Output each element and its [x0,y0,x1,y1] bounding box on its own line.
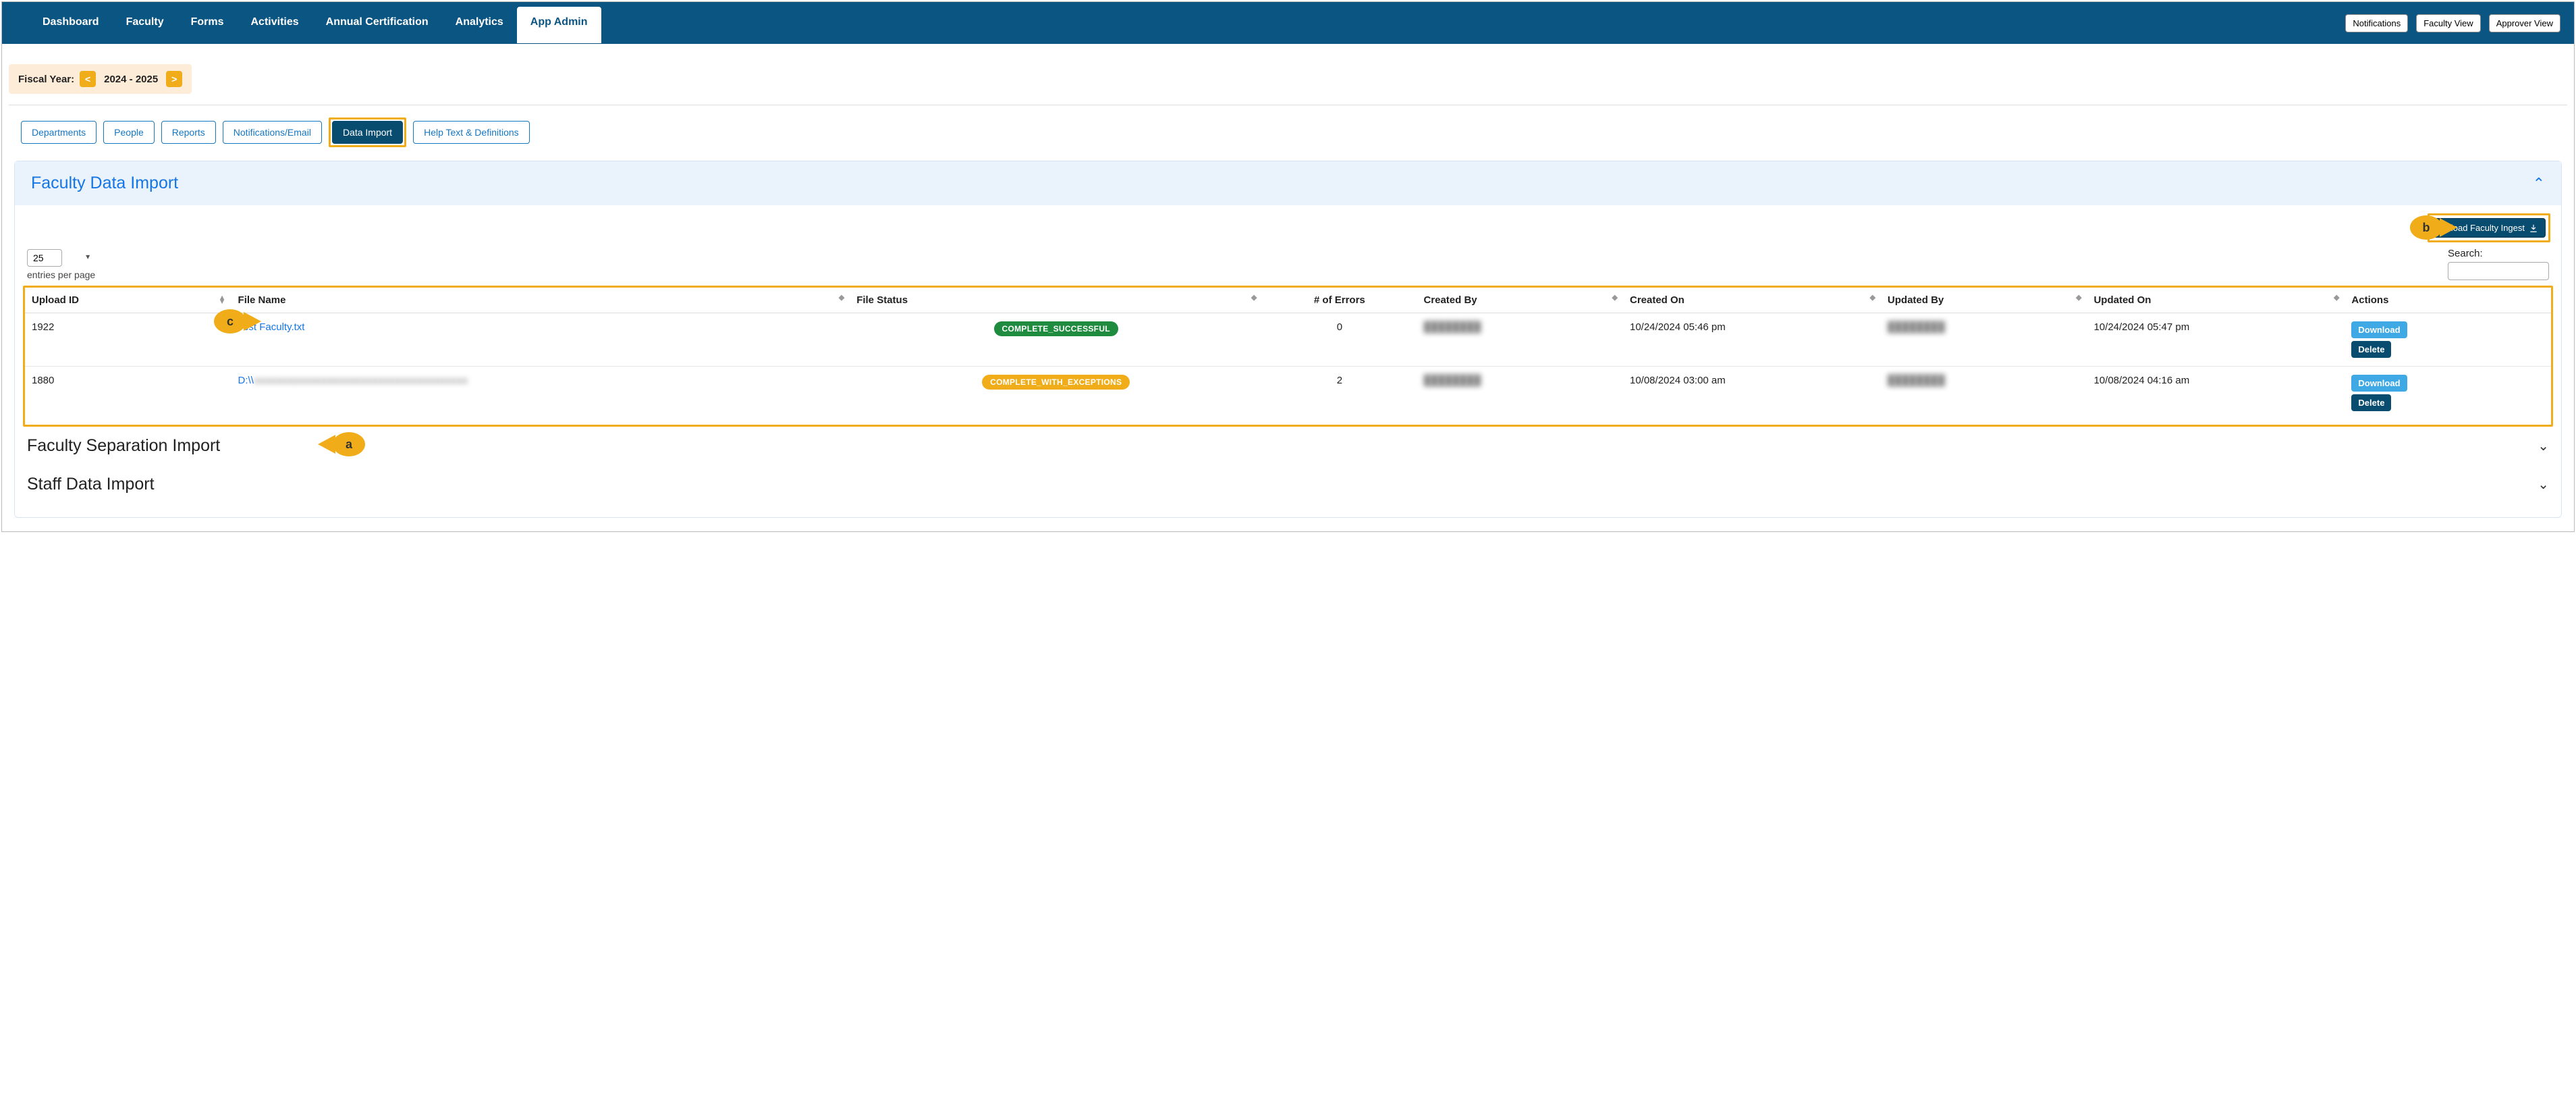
nav-forms[interactable]: Forms [177,3,238,43]
cell-created-on: 10/24/2024 05:46 pm [1623,313,1881,367]
entries-label: entries per page [27,269,95,280]
sort-icon: ◆ [2076,296,2081,300]
top-navbar: Dashboard Faculty Forms Activities Annua… [2,2,2574,44]
search-label: Search: [2448,248,2483,259]
chevron-up-icon[interactable]: ⌃ [2533,175,2545,192]
table-highlight: Upload ID ▲▼ File Name ◆ File Status ◆ [23,286,2553,427]
nav-dashboard[interactable]: Dashboard [29,3,113,43]
delete-button[interactable]: Delete [2351,394,2391,411]
cell-errors: 0 [1262,313,1417,367]
sort-icon: ◆ [1251,296,1257,300]
col-updated-by[interactable]: Updated By ◆ [1881,288,2087,313]
callout-a: a [333,432,365,456]
cell-errors: 2 [1262,367,1417,420]
table-header-row: Upload ID ▲▼ File Name ◆ File Status ◆ [25,288,2551,313]
nav-faculty[interactable]: Faculty [113,3,177,43]
cell-updated-by: ████████ [1888,321,1945,333]
cell-updated-on: 10/24/2024 05:47 pm [2087,313,2345,367]
download-icon [2529,223,2538,233]
fiscal-pill: Fiscal Year: < 2024 - 2025 > [9,64,192,94]
approver-view-button[interactable]: Approver View [2489,14,2560,32]
col-file-status[interactable]: File Status ◆ [850,288,1262,313]
section-title: Staff Data Import [27,475,155,494]
faculty-view-button[interactable]: Faculty View [2416,14,2480,32]
sort-icon: ◆ [2334,296,2339,300]
subtab-departments[interactable]: Departments [21,121,97,144]
search-input[interactable] [2448,262,2549,280]
fiscal-bar: Fiscal Year: < 2024 - 2025 > [2,44,2574,101]
nav-analytics[interactable]: Analytics [442,3,517,43]
download-button[interactable]: Download [2351,321,2407,338]
fiscal-next-button[interactable]: > [166,71,182,87]
panel-body: b Upload Faculty Ingest 25 entri [15,205,2561,517]
sort-icon: ◆ [839,296,844,300]
panel-title: Faculty Data Import [31,174,178,193]
sort-icon: ◆ [1612,296,1618,300]
table-row: 1922 Test Faculty.txt COMPLETE_SUCCESSFU… [25,313,2551,367]
subtabs: Departments People Reports Notifications… [2,117,2574,161]
callout-b: b [2410,215,2442,240]
status-badge: COMPLETE_SUCCESSFUL [994,321,1118,336]
search-block: Search: [2448,248,2549,280]
col-errors[interactable]: # of Errors [1262,288,1417,313]
section-staff-data[interactable]: Staff Data Import ⌄ [26,465,2550,504]
col-upload-id[interactable]: Upload ID ▲▼ [25,288,231,313]
sort-icon: ▲▼ [219,296,226,304]
subtab-people[interactable]: People [103,121,155,144]
table-row: 1880 D:\\aaaaaaaaaaaaaaaaaaaaaaaaaaaaaaa… [25,367,2551,420]
panel-header[interactable]: Faculty Data Import ⌃ [15,161,2561,205]
nav-app-admin[interactable]: App Admin [517,7,601,43]
fiscal-label: Fiscal Year: [18,74,74,85]
table-controls: 25 entries per page Search: [26,246,2550,286]
cell-upload-id: 1922 [25,313,231,367]
delete-button[interactable]: Delete [2351,341,2391,358]
subtab-highlight: Data Import [329,117,406,147]
fiscal-value: 2024 - 2025 [101,74,161,85]
entries-block: 25 entries per page [27,249,95,280]
col-created-by[interactable]: Created By ◆ [1417,288,1623,313]
faculty-data-import-panel: Faculty Data Import ⌃ b Upload Faculty I… [14,161,2562,518]
col-file-name[interactable]: File Name ◆ [231,288,850,313]
chevron-down-icon: ⌄ [2538,476,2549,493]
col-actions: Actions [2345,288,2551,313]
subtab-notifications-email[interactable]: Notifications/Email [223,121,322,144]
import-table: Upload ID ▲▼ File Name ◆ File Status ◆ [25,288,2551,419]
subtab-reports[interactable]: Reports [161,121,216,144]
sort-icon: ◆ [1869,296,1875,300]
entries-per-page-select[interactable]: 25 [27,249,62,267]
cell-updated-by: ████████ [1888,375,1945,386]
nav-links: Dashboard Faculty Forms Activities Annua… [29,3,601,43]
subtab-help-text[interactable]: Help Text & Definitions [413,121,530,144]
fiscal-prev-button[interactable]: < [80,71,96,87]
file-link[interactable]: D:\\aaaaaaaaaaaaaaaaaaaaaaaaaaaaaaaaaaaa… [238,375,468,386]
nav-activities[interactable]: Activities [238,3,312,43]
col-updated-on[interactable]: Updated On ◆ [2087,288,2345,313]
upload-row: b Upload Faculty Ingest [26,213,2550,242]
nav-right: Notifications Faculty View Approver View [2345,14,2560,32]
cell-updated-on: 10/08/2024 04:16 am [2087,367,2345,420]
chevron-down-icon: ⌄ [2538,438,2549,454]
col-created-on[interactable]: Created On ◆ [1623,288,1881,313]
cell-created-by: ████████ [1423,375,1481,386]
nav-annual-cert[interactable]: Annual Certification [312,3,442,43]
section-title: Faculty Separation Import [27,436,220,456]
status-badge: COMPLETE_WITH_EXCEPTIONS [982,375,1130,390]
cell-upload-id: 1880 [25,367,231,420]
cell-created-on: 10/08/2024 03:00 am [1623,367,1881,420]
notifications-button[interactable]: Notifications [2345,14,2408,32]
subtab-data-import[interactable]: Data Import [332,121,403,144]
cell-created-by: ████████ [1423,321,1481,333]
download-button[interactable]: Download [2351,375,2407,392]
section-faculty-separation[interactable]: Faculty Separation Import ⌄ [26,427,2550,465]
